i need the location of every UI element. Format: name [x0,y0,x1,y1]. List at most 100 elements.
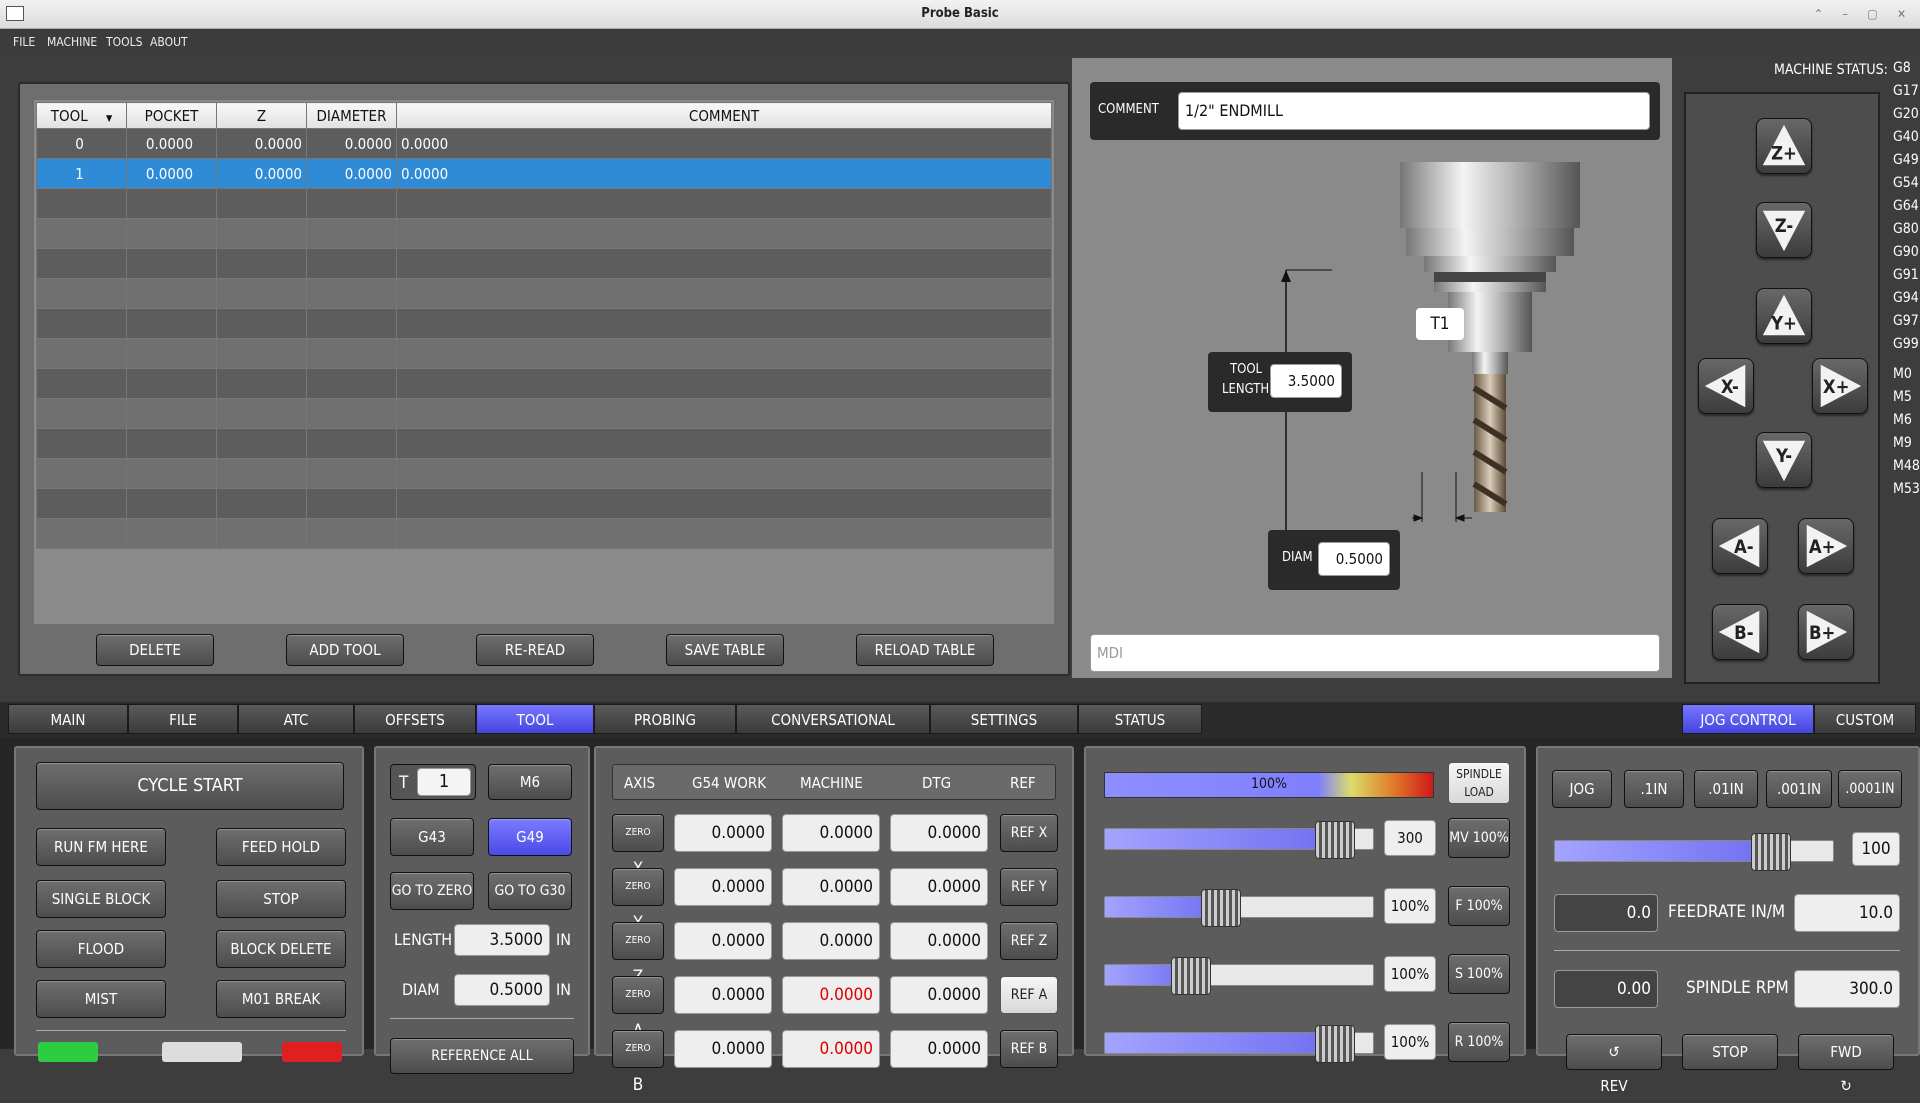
feed-hold-button[interactable]: FEED HOLD [216,828,346,866]
ref-b-button[interactable]: REF B [1000,1030,1058,1068]
increment-0-1-button[interactable]: .1IN [1624,770,1684,808]
tab-file[interactable]: FILE [128,704,238,734]
ref-x-button[interactable]: REF X [1000,814,1058,852]
jog-speed-slider[interactable] [1554,833,1834,871]
ref-y-button[interactable]: REF Y [1000,868,1058,906]
menu-tools[interactable]: TOOLS [106,35,142,49]
jog-b-minus-button[interactable]: B- [1712,604,1768,660]
zero-x-button[interactable]: ZERO X [612,814,664,879]
tab-status[interactable]: STATUS [1078,704,1202,734]
increment-0-0001-button[interactable]: .0001IN [1838,770,1902,808]
tab-settings[interactable]: SETTINGS [930,704,1078,734]
flood-button[interactable]: FLOOD [36,930,166,968]
override-slider[interactable] [1104,957,1374,995]
jog-x-plus-button[interactable]: X+ [1812,358,1868,414]
length-input[interactable]: 3.5000 [454,924,550,956]
zero-y-button[interactable]: ZERO Y [612,868,664,933]
tab-conversational[interactable]: CONVERSATIONAL [736,704,930,734]
tab-probing[interactable]: PROBING [594,704,736,734]
zero-z-button[interactable]: ZERO Z [612,922,664,987]
tab-atc[interactable]: ATC [238,704,354,734]
jog-y-minus-button[interactable]: Y- [1756,432,1812,488]
reference-all-button[interactable]: REFERENCE ALL [390,1038,574,1074]
tab-custom[interactable]: CUSTOM [1814,704,1916,734]
tool-table[interactable]: TOOL ▼ POCKET Z DIAMETER COMMENT 0 0.000… [36,102,1052,549]
override-slider[interactable] [1104,889,1374,927]
menu-machine[interactable]: MACHINE [47,35,97,49]
override-slider-knob[interactable] [1201,889,1241,927]
dro-work-y[interactable]: 0.0000 [674,868,772,906]
jog-a-plus-button[interactable]: A+ [1798,518,1854,574]
jog-speed-value[interactable]: 100 [1852,832,1900,866]
increment-0-01-button[interactable]: .01IN [1694,770,1758,808]
jog-y-plus-button[interactable]: Y+ [1756,288,1812,344]
override-slider-knob[interactable] [1315,821,1355,859]
override-slider[interactable] [1104,1025,1374,1063]
cell-pocket[interactable]: 0.0000 [126,128,217,159]
cell-diameter[interactable]: 0.0000 [306,128,397,159]
dro-work-b[interactable]: 0.0000 [674,1030,772,1068]
tool-length-input[interactable]: 3.5000 [1270,364,1342,398]
spindle-rev-button[interactable]: ↺ REV [1566,1034,1662,1095]
zero-b-button[interactable]: ZERO B [612,1030,664,1095]
m6-button[interactable]: M6 [488,764,572,800]
col-z[interactable]: Z [216,102,307,129]
menu-about[interactable]: ABOUT [150,35,188,49]
jog-z-plus-button[interactable]: Z+ [1756,118,1812,174]
single-block-button[interactable]: SINGLE BLOCK [36,880,166,918]
tab-tool[interactable]: TOOL [476,704,594,734]
cell-pocket[interactable]: 0.0000 [126,158,217,189]
increment-0-001-button[interactable]: .001IN [1766,770,1832,808]
override-reset-button[interactable]: R 100% [1448,1022,1510,1062]
go-to-g30-button[interactable]: GO TO G30 [488,872,572,910]
m01-break-button[interactable]: M01 BREAK [216,980,346,1018]
override-slider-knob[interactable] [1315,1025,1355,1063]
tab-jog-control[interactable]: JOG CONTROL [1682,704,1814,734]
cycle-start-button[interactable]: CYCLE START [36,762,344,810]
cell-comment[interactable]: 0.0000 [396,128,1052,159]
window-controls[interactable]: ⌃ – ▢ ✕ [1814,7,1914,21]
table-row[interactable]: 0 0.0000 0.0000 0.0000 0.0000 [36,128,1052,159]
jog-mode-button[interactable]: JOG [1552,770,1612,808]
cell-tool[interactable]: 1 [36,158,127,189]
g49-button[interactable]: G49 [488,818,572,856]
jog-speed-knob[interactable] [1751,833,1791,871]
jog-x-minus-button[interactable]: X- [1698,358,1754,414]
col-tool[interactable]: TOOL ▼ [36,102,127,129]
ref-z-button[interactable]: REF Z [1000,922,1058,960]
ref-a-button[interactable]: REF A [1000,976,1058,1014]
comment-input[interactable]: 1/2" ENDMILL [1178,92,1650,130]
cell-diameter[interactable]: 0.0000 [306,158,397,189]
cell-z[interactable]: 0.0000 [216,158,307,189]
reload-table-button[interactable]: RELOAD TABLE [856,634,994,666]
override-slider[interactable] [1104,821,1374,859]
jog-b-plus-button[interactable]: B+ [1798,604,1854,660]
run-from-here-button[interactable]: RUN FM HERE [36,828,166,866]
override-reset-button[interactable]: F 100% [1448,886,1510,926]
override-reset-button[interactable]: MV 100% [1448,818,1510,858]
col-comment[interactable]: COMMENT [396,102,1052,129]
zero-a-button[interactable]: ZERO A [612,976,664,1041]
diam-input[interactable]: 0.5000 [1318,542,1390,576]
menu-file[interactable]: FILE [13,35,35,49]
t-input[interactable]: 1 [417,768,471,796]
add-tool-button[interactable]: ADD TOOL [286,634,404,666]
dro-work-x[interactable]: 0.0000 [674,814,772,852]
jog-z-minus-button[interactable]: Z- [1756,202,1812,258]
spindle-stop-button[interactable]: STOP [1682,1034,1778,1070]
stop-button[interactable]: STOP [216,880,346,918]
feedrate-input[interactable]: 10.0 [1794,894,1900,932]
override-slider-knob[interactable] [1171,957,1211,995]
col-pocket[interactable]: POCKET [126,102,217,129]
delete-tool-button[interactable]: DELETE [96,634,214,666]
mdi-input[interactable]: MDI [1090,634,1660,672]
diam-input[interactable]: 0.5000 [454,974,550,1006]
cell-tool[interactable]: 0 [36,128,127,159]
re-read-button[interactable]: RE-READ [476,634,594,666]
tab-offsets[interactable]: OFFSETS [354,704,476,734]
col-diameter[interactable]: DIAMETER [306,102,397,129]
g43-button[interactable]: G43 [390,818,474,856]
spindle-rpm-input[interactable]: 300.0 [1794,970,1900,1008]
override-reset-button[interactable]: S 100% [1448,954,1510,994]
go-to-zero-button[interactable]: GO TO ZERO [390,872,474,910]
